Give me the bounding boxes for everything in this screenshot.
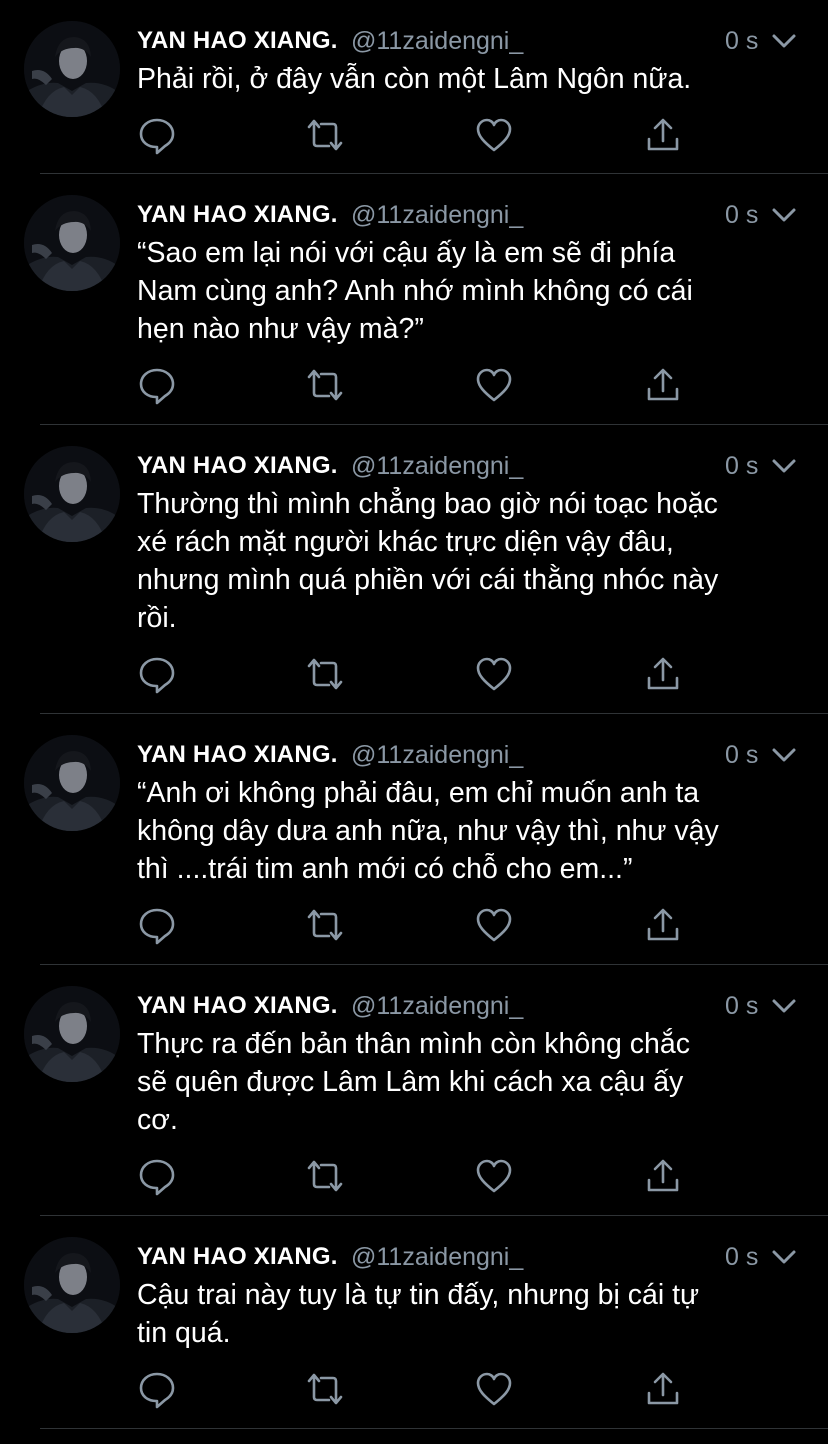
tweet[interactable]: YAN HAO XIANG. @11zaidengni_ 0 s Phải rồ…: [0, 0, 828, 174]
tweet-thread: YAN HAO XIANG. @11zaidengni_ 0 s Phải rồ…: [0, 0, 828, 1444]
tweet-text: Thường thì mình chẳng bao giờ nói toạc h…: [137, 488, 719, 634]
tweet-actions: [137, 654, 697, 694]
retweet-icon[interactable]: [305, 905, 345, 945]
user-handle[interactable]: @11zaidengni_: [351, 1240, 523, 1274]
heart-icon[interactable]: [474, 1369, 514, 1409]
heart-icon[interactable]: [474, 1156, 514, 1196]
tweet[interactable]: YAN HAO XIANG. @11zaidengni_ 0 s “Anh ơi…: [0, 714, 828, 965]
user-handle[interactable]: @11zaidengni_: [351, 24, 523, 58]
avatar[interactable]: [24, 446, 120, 542]
tweet[interactable]: YAN HAO XIANG. @11zaidengni_ 0 s Thực ra…: [0, 965, 828, 1216]
display-name[interactable]: YAN HAO XIANG.: [137, 738, 338, 772]
reply-icon[interactable]: [137, 905, 177, 945]
retweet-icon[interactable]: [305, 1156, 345, 1196]
timestamp: 0 s: [725, 1243, 759, 1271]
reply-icon[interactable]: [137, 654, 177, 694]
tweet-text: Phải rồi, ở đây vẫn còn một Lâm Ngôn nữa…: [137, 63, 692, 95]
share-icon[interactable]: [643, 1156, 683, 1196]
tweet-actions: [137, 115, 697, 155]
tweet-text: “Sao em lại nói với cậu ấy là em sẽ đi p…: [137, 237, 693, 345]
tweet-actions: [137, 1369, 697, 1409]
tweet[interactable]: YAN HAO XIANG. @11zaidengni_ 0 s Cậu tra…: [0, 1216, 828, 1429]
tweet-actions: [137, 365, 697, 405]
user-handle[interactable]: @11zaidengni_: [351, 989, 523, 1023]
tweet-text: “Anh ơi không phải đâu, em chỉ muốn anh …: [137, 777, 719, 885]
chevron-down-icon[interactable]: [771, 202, 797, 228]
timestamp: 0 s: [725, 741, 759, 769]
retweet-icon[interactable]: [305, 115, 345, 155]
timestamp: 0 s: [725, 992, 759, 1020]
tweet-text: Thực ra đến bản thân mình còn không chắc…: [137, 1028, 691, 1136]
user-handle[interactable]: @11zaidengni_: [351, 449, 523, 483]
tweet-header: YAN HAO XIANG. @11zaidengni_ 0 s: [137, 24, 807, 58]
tweet-header: YAN HAO XIANG. @11zaidengni_ 0 s: [137, 1240, 807, 1274]
retweet-icon[interactable]: [305, 654, 345, 694]
chevron-down-icon[interactable]: [771, 28, 797, 54]
reply-icon[interactable]: [137, 115, 177, 155]
display-name[interactable]: YAN HAO XIANG.: [137, 24, 338, 58]
reply-icon[interactable]: [137, 1156, 177, 1196]
share-icon[interactable]: [643, 654, 683, 694]
avatar[interactable]: [24, 1237, 120, 1333]
tweet-actions: [137, 1156, 697, 1196]
avatar[interactable]: [24, 21, 120, 117]
share-icon[interactable]: [643, 1369, 683, 1409]
display-name[interactable]: YAN HAO XIANG.: [137, 449, 338, 483]
timestamp: 0 s: [725, 452, 759, 480]
display-name[interactable]: YAN HAO XIANG.: [137, 1240, 338, 1274]
timestamp: 0 s: [725, 27, 759, 55]
reply-icon[interactable]: [137, 365, 177, 405]
user-handle[interactable]: @11zaidengni_: [351, 738, 523, 772]
divider: [40, 1428, 828, 1429]
chevron-down-icon[interactable]: [771, 993, 797, 1019]
chevron-down-icon[interactable]: [771, 1244, 797, 1270]
display-name[interactable]: YAN HAO XIANG.: [137, 989, 338, 1023]
heart-icon[interactable]: [474, 654, 514, 694]
heart-icon[interactable]: [474, 115, 514, 155]
tweet-header: YAN HAO XIANG. @11zaidengni_ 0 s: [137, 738, 807, 772]
share-icon[interactable]: [643, 905, 683, 945]
retweet-icon[interactable]: [305, 365, 345, 405]
tweet-actions: [137, 905, 697, 945]
heart-icon[interactable]: [474, 905, 514, 945]
avatar[interactable]: [24, 735, 120, 831]
user-handle[interactable]: @11zaidengni_: [351, 198, 523, 232]
chevron-down-icon[interactable]: [771, 742, 797, 768]
tweet[interactable]: YAN HAO XIANG. @11zaidengni_ 0 s Thường …: [0, 425, 828, 714]
heart-icon[interactable]: [474, 365, 514, 405]
chevron-down-icon[interactable]: [771, 453, 797, 479]
avatar[interactable]: [24, 986, 120, 1082]
tweet-header: YAN HAO XIANG. @11zaidengni_ 0 s: [137, 198, 807, 232]
retweet-icon[interactable]: [305, 1369, 345, 1409]
share-icon[interactable]: [643, 365, 683, 405]
tweet-text: Cậu trai này tuy là tự tin đấy, nhưng bị…: [137, 1279, 700, 1349]
tweet-header: YAN HAO XIANG. @11zaidengni_ 0 s: [137, 449, 807, 483]
share-icon[interactable]: [643, 115, 683, 155]
avatar[interactable]: [24, 195, 120, 291]
display-name[interactable]: YAN HAO XIANG.: [137, 198, 338, 232]
timestamp: 0 s: [725, 201, 759, 229]
tweet[interactable]: YAN HAO XIANG. @11zaidengni_ 0 s “Sao em…: [0, 174, 828, 425]
reply-icon[interactable]: [137, 1369, 177, 1409]
tweet-header: YAN HAO XIANG. @11zaidengni_ 0 s: [137, 989, 807, 1023]
